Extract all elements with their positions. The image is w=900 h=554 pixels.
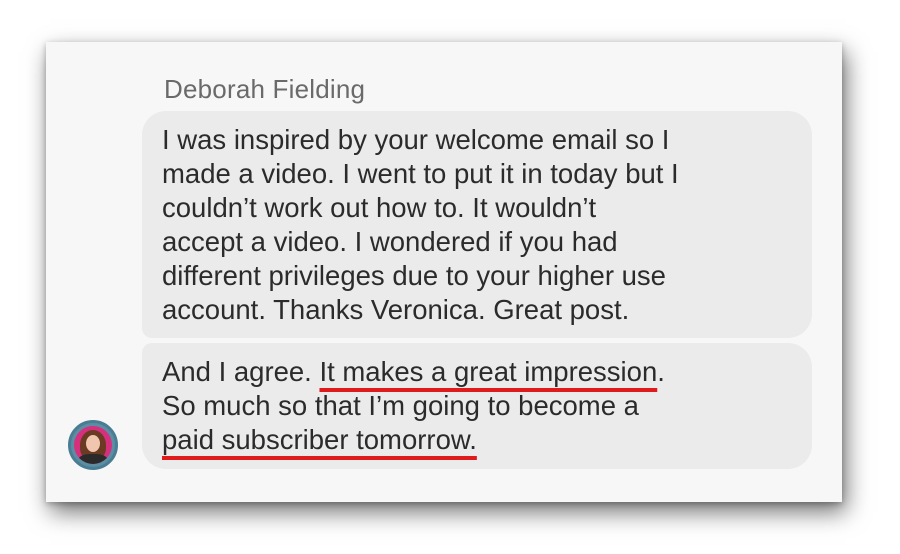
- avatar-body: [78, 454, 108, 464]
- message-text: And I agree.: [162, 356, 320, 387]
- message-bubble[interactable]: I was inspired by your welcome email so …: [142, 111, 812, 338]
- message-line: paid subscriber tomorrow.: [162, 423, 792, 457]
- sender-name: Deborah Fielding: [164, 74, 366, 104]
- message-line: couldn’t work out how to. It wouldn’t: [162, 192, 597, 223]
- message-line: made a video. I went to put it in today …: [162, 158, 679, 189]
- message-line: So much so that I’m going to become a: [162, 390, 639, 421]
- highlighted-text: paid subscriber tomorrow.: [162, 424, 477, 455]
- message-line: And I agree. It makes a great impression…: [162, 355, 792, 389]
- highlighted-text: It makes a great impression: [319, 356, 658, 387]
- message-line: accept a video. I wondered if you had: [162, 226, 618, 257]
- message-card: Deborah Fielding I was inspired by your …: [46, 42, 842, 502]
- message-line: account. Thanks Veronica. Great post.: [162, 294, 630, 325]
- message-line: I was inspired by your welcome email so …: [162, 124, 670, 155]
- avatar[interactable]: [68, 420, 118, 470]
- message-line: different privileges due to your higher …: [162, 260, 666, 291]
- message-text: .: [657, 356, 665, 387]
- avatar-photo-icon: [74, 426, 112, 464]
- message-bubble[interactable]: And I agree. It makes a great impression…: [142, 343, 812, 469]
- avatar-face: [86, 435, 100, 452]
